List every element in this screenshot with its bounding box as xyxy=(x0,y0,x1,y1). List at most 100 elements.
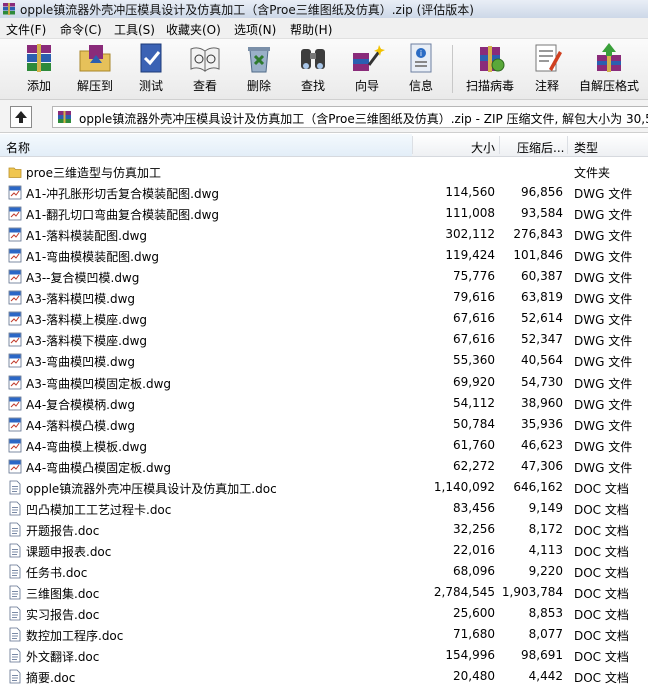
file-row[interactable]: 实习报告.doc 25,600 8,853 DOC 文档 xyxy=(0,603,648,624)
file-type: 文件夹 xyxy=(574,166,611,180)
file-size: 67,616 xyxy=(453,332,495,347)
file-row[interactable]: proe三维造型与仿真加工 文件夹 xyxy=(0,161,648,182)
file-name: A3-弯曲模凹模.dwg xyxy=(26,355,136,370)
file-name: 摘要.doc xyxy=(26,671,76,686)
file-row[interactable]: 三维图集.doc 2,784,545 1,903,784 DOC 文档 xyxy=(0,582,648,603)
file-row[interactable]: 任务书.doc 68,096 9,220 DOC 文档 xyxy=(0,561,648,582)
archive-path-field[interactable]: opple镇流器外壳冲压模具设计及仿真加工（含Proe三维图纸及仿真）.zip … xyxy=(52,106,648,128)
column-divider[interactable] xyxy=(567,136,568,154)
file-type: DOC 文档 xyxy=(574,481,629,496)
file-size: 32,256 xyxy=(453,521,495,536)
delete-button[interactable]: 删除 xyxy=(234,41,284,97)
file-row[interactable]: 开题报告.doc 32,256 8,172 DOC 文档 xyxy=(0,519,648,540)
wizard-label: 向导 xyxy=(354,79,379,93)
file-row[interactable]: A1-弯曲模模装配图.dwg 119,424 101,846 DWG 文件 xyxy=(0,245,648,266)
file-row[interactable]: 课题申报表.doc 22,016 4,113 DOC 文档 xyxy=(0,540,648,561)
column-packed[interactable]: 压缩后... xyxy=(517,139,564,156)
file-type: DWG 文件 xyxy=(574,376,633,391)
add-button[interactable]: 添加 xyxy=(14,41,64,97)
file-row[interactable]: A1-冲孔胀形切舌复合模装配图.dwg 114,560 96,856 DWG 文件 xyxy=(0,182,648,203)
file-row[interactable]: A3-落料模上模座.dwg 67,616 52,614 DWG 文件 xyxy=(0,308,648,329)
up-one-level-button[interactable] xyxy=(10,106,32,128)
extract-to-button[interactable]: 解压到 xyxy=(70,41,120,97)
file-size: 79,616 xyxy=(453,290,495,305)
file-row[interactable]: A3--复合模凹模.dwg 75,776 60,387 DWG 文件 xyxy=(0,266,648,287)
dwg-file-icon xyxy=(8,269,22,284)
file-name: proe三维造型与仿真加工 xyxy=(26,166,162,180)
doc-file-icon xyxy=(8,648,22,663)
column-name[interactable]: 名称 xyxy=(6,139,30,156)
menu-bar: 文件(F) 命令(C) 工具(S) 收藏夹(O) 选项(N) 帮助(H) xyxy=(0,18,648,39)
file-name: A4-弯曲模上模板.dwg xyxy=(26,439,148,454)
file-packed-size: 8,853 xyxy=(528,606,563,621)
column-divider[interactable] xyxy=(499,136,500,154)
file-type: DWG 文件 xyxy=(574,229,633,244)
file-row[interactable]: 摘要.doc 20,480 4,442 DOC 文档 xyxy=(0,666,648,687)
sfx-button[interactable]: 自解压格式 xyxy=(576,41,642,97)
file-type: DWG 文件 xyxy=(574,313,633,328)
menu-options[interactable]: 选项(N) xyxy=(234,21,276,38)
file-row[interactable]: 凹凸模加工工艺过程卡.doc 83,456 9,149 DOC 文档 xyxy=(0,498,648,519)
info-button[interactable]: i 信息 xyxy=(396,41,446,97)
wizard-button[interactable]: 向导 xyxy=(342,41,392,97)
comment-button[interactable]: 注释 xyxy=(522,41,572,97)
file-row[interactable]: A3-弯曲模凹模.dwg 55,360 40,564 DWG 文件 xyxy=(0,350,648,371)
file-size: 2,784,545 xyxy=(433,585,495,599)
winrar-app-icon xyxy=(3,3,15,15)
file-name: A3-落料模凹模.dwg xyxy=(26,292,136,307)
column-divider[interactable] xyxy=(412,136,413,154)
file-row[interactable]: 数控加工程序.doc 71,680 8,077 DOC 文档 xyxy=(0,624,648,645)
doc-file-icon xyxy=(8,627,22,642)
file-row[interactable]: A4-弯曲模凸模固定板.dwg 62,272 47,306 DWG 文件 xyxy=(0,456,648,477)
dwg-file-icon xyxy=(8,248,22,263)
file-size: 22,016 xyxy=(453,542,495,557)
file-row[interactable]: opple镇流器外壳冲压模具设计及仿真加工.doc 1,140,092 646,16… xyxy=(0,477,648,498)
dwg-file-icon xyxy=(8,332,22,347)
column-type[interactable]: 类型 xyxy=(574,139,598,156)
file-row[interactable]: A3-落料模下模座.dwg 67,616 52,347 DWG 文件 xyxy=(0,329,648,350)
file-name: A4-复合模模柄.dwg xyxy=(26,397,136,412)
menu-tools[interactable]: 工具(S) xyxy=(114,21,155,38)
file-type: DOC 文档 xyxy=(574,502,629,517)
view-label: 查看 xyxy=(192,79,217,93)
menu-help[interactable]: 帮助(H) xyxy=(290,21,332,38)
file-type: DWG 文件 xyxy=(574,187,633,202)
file-packed-size: 4,113 xyxy=(528,542,563,557)
file-size: 62,272 xyxy=(453,458,495,473)
file-packed-size: 46,623 xyxy=(521,437,563,452)
title-bar: opple镇流器外壳冲压模具设计及仿真加工（含Proe三维图纸及仿真）.zip … xyxy=(0,0,648,19)
file-row[interactable]: A1-落料模装配图.dwg 302,112 276,843 DWG 文件 xyxy=(0,224,648,245)
column-size[interactable]: 大小 xyxy=(471,139,495,156)
menu-file[interactable]: 文件(F) xyxy=(6,21,46,38)
menu-favorites[interactable]: 收藏夹(O) xyxy=(166,21,221,38)
file-size: 61,760 xyxy=(453,437,495,452)
file-type: DWG 文件 xyxy=(574,334,633,349)
menu-command[interactable]: 命令(C) xyxy=(60,21,102,38)
dwg-file-icon xyxy=(8,185,22,200)
file-size: 55,360 xyxy=(453,353,495,368)
file-packed-size: 96,856 xyxy=(521,185,563,200)
file-packed-size: 9,220 xyxy=(528,563,563,578)
find-button[interactable]: 查找 xyxy=(288,41,338,97)
file-row[interactable]: A4-弯曲模上模板.dwg 61,760 46,623 DWG 文件 xyxy=(0,435,648,456)
dwg-file-icon xyxy=(8,375,22,390)
test-label: 测试 xyxy=(138,79,163,93)
file-type: DOC 文档 xyxy=(574,544,629,559)
file-name: A1-翻孔切口弯曲复合模装配图.dwg xyxy=(26,208,220,223)
file-row[interactable]: A1-翻孔切口弯曲复合模装配图.dwg 111,008 93,584 DWG 文件 xyxy=(0,203,648,224)
file-row[interactable]: A3-落料模凹模.dwg 79,616 63,819 DWG 文件 xyxy=(0,287,648,308)
view-button[interactable]: 查看 xyxy=(180,41,230,97)
test-button[interactable]: 测试 xyxy=(126,41,176,97)
file-type: DWG 文件 xyxy=(574,271,633,286)
scan-virus-button[interactable]: 扫描病毒 xyxy=(462,41,518,97)
dwg-file-icon xyxy=(8,417,22,432)
file-name: A3-弯曲模凹模固定板.dwg xyxy=(26,376,172,391)
file-packed-size: 646,162 xyxy=(513,479,563,494)
binoculars-icon xyxy=(301,49,325,69)
doc-file-icon xyxy=(8,543,22,558)
file-row[interactable]: A4-落料模凸模.dwg 50,784 35,936 DWG 文件 xyxy=(0,414,648,435)
file-row[interactable]: 外文翻译.doc 154,996 98,691 DOC 文档 xyxy=(0,645,648,666)
file-row[interactable]: A3-弯曲模凹模固定板.dwg 69,920 54,730 DWG 文件 xyxy=(0,372,648,393)
file-row[interactable]: A4-复合模模柄.dwg 54,112 38,960 DWG 文件 xyxy=(0,393,648,414)
comment-icon xyxy=(535,44,562,72)
